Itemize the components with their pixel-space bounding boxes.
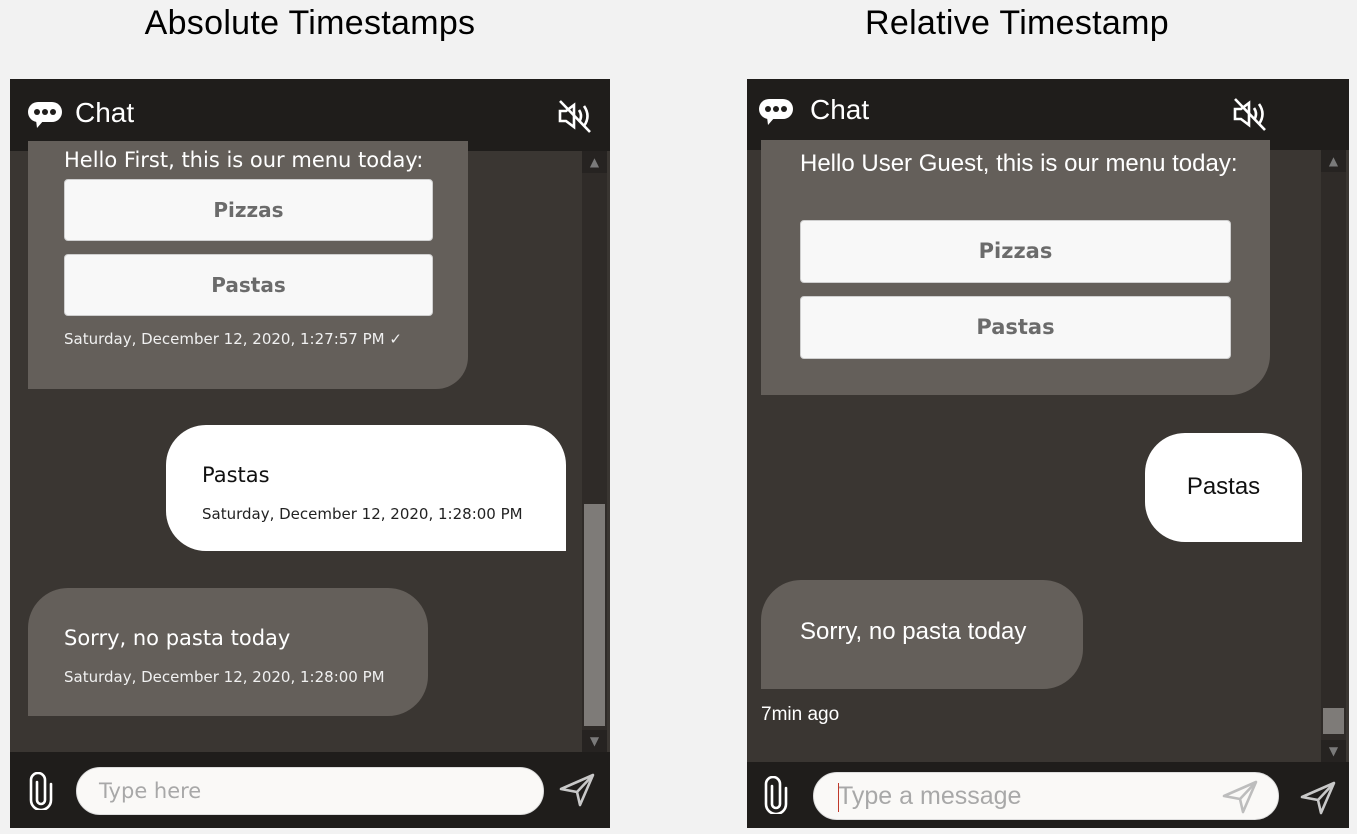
heading-absolute-timestamps: Absolute Timestamps [144, 4, 476, 42]
paperclip-icon[interactable] [28, 772, 54, 810]
send-icon[interactable] [1220, 779, 1260, 815]
message-text: Sorry, no pasta today [64, 626, 291, 650]
send-icon[interactable] [1299, 780, 1337, 816]
message-text: Hello First, this is our menu today: [64, 148, 424, 172]
user-message: Pastas Saturday, December 12, 2020, 1:28… [166, 425, 566, 551]
bot-message: Hello First, this is our menu today: Piz… [28, 141, 468, 389]
message-text: Pastas [1186, 473, 1261, 500]
scroll-down-button[interactable]: ▼ [1321, 740, 1346, 762]
input-placeholder: Type here [99, 779, 202, 803]
option-button-pizzas[interactable]: Pizzas [64, 179, 433, 241]
scrollbar[interactable]: ▲ ▼ [582, 151, 607, 752]
chat-footer: Type a message [747, 762, 1349, 828]
scroll-up-button[interactable]: ▲ [582, 151, 607, 173]
chat-bubble-icon [759, 99, 793, 125]
user-message: Pastas [1145, 433, 1302, 542]
scrollbar-thumb[interactable] [1323, 708, 1344, 734]
bot-message: Sorry, no pasta today [761, 580, 1083, 689]
message-text: Pastas [202, 463, 270, 487]
message-text: Sorry, no pasta today [800, 618, 1027, 645]
option-button-pastas[interactable]: Pastas [64, 254, 433, 316]
scrollbar-thumb[interactable] [584, 504, 605, 726]
relative-timestamp: 7min ago [761, 704, 840, 725]
chat-footer: Type here [10, 752, 610, 828]
scroll-up-button[interactable]: ▲ [1321, 150, 1346, 172]
message-timestamp: Saturday, December 12, 2020, 1:28:00 PM [64, 668, 385, 686]
input-placeholder: Type a message [838, 782, 1022, 810]
chat-widget-relative: Chat Hello User Guest, this is our menu … [747, 79, 1349, 828]
chat-title: Chat [75, 97, 135, 128]
bot-message: Hello User Guest, this is our menu today… [761, 140, 1270, 395]
message-input[interactable]: Type a message [813, 772, 1279, 820]
chat-bubble-icon [28, 102, 62, 128]
message-timestamp: Saturday, December 12, 2020, 1:28:00 PM [202, 505, 523, 523]
paperclip-icon[interactable] [763, 776, 789, 814]
message-list: Hello User Guest, this is our menu today… [747, 140, 1349, 762]
speaker-muted-icon[interactable] [1231, 96, 1269, 132]
speaker-muted-icon[interactable] [556, 98, 594, 134]
heading-relative-timestamp: Relative Timestamp [865, 4, 1169, 42]
chat-widget-absolute: Chat Hello First, this is our menu today… [10, 79, 610, 828]
message-timestamp: Saturday, December 12, 2020, 1:27:57 PM … [64, 330, 402, 348]
message-input[interactable]: Type here [76, 767, 544, 815]
bot-message: Sorry, no pasta today Saturday, December… [28, 588, 428, 716]
message-list: Hello First, this is our menu today: Piz… [10, 141, 610, 752]
scroll-down-button[interactable]: ▼ [582, 730, 607, 752]
chat-title: Chat [810, 94, 870, 125]
send-icon[interactable] [558, 772, 596, 808]
text-caret [838, 783, 839, 812]
scrollbar[interactable]: ▲ ▼ [1321, 150, 1346, 762]
message-text: Hello User Guest, this is our menu today… [800, 150, 1238, 177]
option-button-pizzas[interactable]: Pizzas [800, 220, 1231, 283]
option-button-pastas[interactable]: Pastas [800, 296, 1231, 359]
